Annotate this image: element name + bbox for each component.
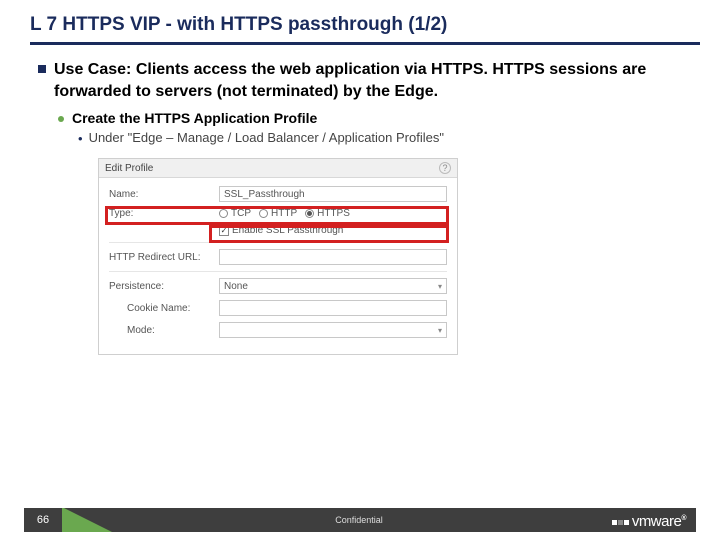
- radio-http[interactable]: HTTP: [259, 208, 297, 219]
- radio-https[interactable]: HTTPS: [305, 208, 350, 219]
- ssl-passthrough-row: ✓ Enable SSL Passthrough: [109, 225, 447, 236]
- divider: [109, 242, 447, 243]
- slide-title: L 7 HTTPS VIP - with HTTPS passthrough (…: [0, 0, 720, 42]
- logo-text: vmware: [632, 513, 682, 530]
- chevron-down-icon: ▾: [438, 282, 442, 291]
- sub-bullet-1: Create the HTTPS Application Profile: [58, 110, 690, 126]
- cookie-row: Cookie Name:: [109, 300, 447, 316]
- dialog-title: Edit Profile: [105, 163, 153, 174]
- mode-select[interactable]: ▾: [219, 322, 447, 338]
- name-input[interactable]: SSL_Passthrough: [219, 186, 447, 202]
- footer-triangle-icon: [64, 508, 112, 532]
- radio-https-label: HTTPS: [317, 208, 350, 219]
- help-icon[interactable]: ?: [439, 162, 451, 174]
- dot-bullet-icon: [58, 116, 64, 122]
- radio-icon: [219, 209, 228, 218]
- main-bullet-text: Use Case: Clients access the web applica…: [54, 59, 690, 102]
- cookie-input[interactable]: [219, 300, 447, 316]
- ssl-passthrough-label: Enable SSL Passthrough: [232, 225, 343, 236]
- radio-icon: [259, 209, 268, 218]
- mode-row: Mode: ▾: [109, 322, 447, 338]
- dialog-body: Name: SSL_Passthrough Type: TCP HTTP: [99, 178, 457, 354]
- sub-bullet-2: • Under "Edge – Manage / Load Balancer /…: [78, 130, 690, 148]
- name-label: Name:: [109, 189, 219, 200]
- page-number: 66: [24, 508, 64, 532]
- type-label: Type:: [109, 208, 219, 219]
- chevron-down-icon: ▾: [438, 326, 442, 335]
- checkbox-icon: ✓: [219, 226, 229, 236]
- type-row: Type: TCP HTTP HTTPS: [109, 208, 447, 219]
- radio-http-label: HTTP: [271, 208, 297, 219]
- ssl-passthrough-checkbox[interactable]: ✓ Enable SSL Passthrough: [219, 225, 343, 236]
- redirect-row: HTTP Redirect URL:: [109, 249, 447, 265]
- persistence-value: None: [224, 281, 248, 292]
- persistence-row: Persistence: None ▾: [109, 278, 447, 294]
- dialog-header: Edit Profile ?: [99, 159, 457, 178]
- persistence-label: Persistence:: [109, 281, 219, 292]
- edit-profile-dialog: Edit Profile ? Name: SSL_Passthrough Typ…: [98, 158, 458, 355]
- radio-tcp[interactable]: TCP: [219, 208, 251, 219]
- divider: [109, 271, 447, 272]
- logo-boxes-icon: [612, 520, 629, 525]
- square-bullet-icon: [38, 65, 46, 73]
- vmware-logo: vmware®: [612, 513, 686, 530]
- mode-label: Mode:: [109, 325, 219, 336]
- redirect-input[interactable]: [219, 249, 447, 265]
- sub-bullet-2-text: Under "Edge – Manage / Load Balancer / A…: [89, 130, 444, 145]
- type-radio-group: TCP HTTP HTTPS: [219, 208, 350, 219]
- radio-icon: [305, 209, 314, 218]
- redirect-label: HTTP Redirect URL:: [109, 252, 219, 263]
- cookie-label: Cookie Name:: [109, 303, 219, 314]
- footer-bar: 66 Confidential vmware®: [24, 508, 696, 532]
- main-bullet: Use Case: Clients access the web applica…: [38, 59, 690, 102]
- confidential-label: Confidential: [112, 515, 696, 525]
- content-area: Use Case: Clients access the web applica…: [0, 45, 720, 355]
- persistence-select[interactable]: None ▾: [219, 278, 447, 294]
- small-bullet-icon: •: [78, 130, 83, 148]
- sub-bullet-1-text: Create the HTTPS Application Profile: [72, 110, 317, 126]
- logo-reg: ®: [681, 515, 686, 522]
- name-row: Name: SSL_Passthrough: [109, 186, 447, 202]
- radio-tcp-label: TCP: [231, 208, 251, 219]
